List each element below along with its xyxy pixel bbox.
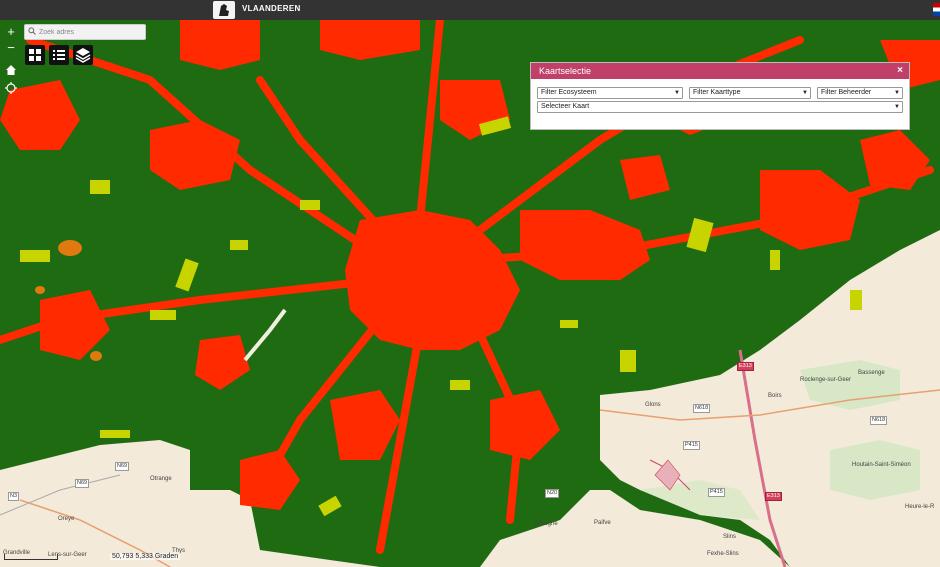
panel-title: Kaartselectie: [539, 66, 592, 76]
place-label: Wihogne: [534, 521, 558, 527]
crosshair-icon: [5, 82, 17, 94]
flanders-lion-logo: [213, 1, 235, 19]
filter-ecosystem-label: Filter Ecosysteem: [541, 89, 597, 96]
search-icon: [28, 27, 36, 35]
place-label: Boirs: [768, 393, 782, 399]
filter-maptype-select[interactable]: Filter Kaarttype ▼: [689, 87, 811, 99]
place-label: Slins: [723, 534, 737, 540]
place-label: Heure-le-R: [905, 504, 935, 510]
road-badge: N3: [8, 492, 20, 501]
road-badge: N69: [75, 479, 90, 488]
close-icon[interactable]: ×: [897, 65, 903, 76]
filter-manager-select[interactable]: Filter Beheerder ▼: [817, 87, 903, 99]
layers-icon: [75, 48, 91, 63]
list-icon: [53, 50, 65, 60]
grid-icon: [29, 49, 41, 61]
scale-bar: [4, 554, 58, 560]
scale-value: 50,793: [112, 553, 134, 560]
coordinate-value: 5,333 Graden: [135, 553, 179, 560]
address-search: [24, 24, 146, 40]
coordinate-readout: 50,793 5,333 Graden: [110, 553, 181, 560]
top-bar: VLAANDEREN: [0, 0, 940, 20]
place-label: Fexhe-Slins: [707, 551, 739, 557]
panel-header: Kaartselectie ×: [531, 63, 909, 79]
grid-view-button[interactable]: [25, 45, 45, 65]
select-map-label: Selecteer Kaart: [541, 103, 590, 110]
header-title: VLAANDEREN: [242, 4, 301, 13]
home-button[interactable]: [3, 62, 19, 78]
road-badge: N69: [115, 462, 130, 471]
road-badge: E313: [737, 362, 754, 371]
road-badge: N618: [693, 404, 711, 413]
road-badge: P415: [683, 441, 700, 450]
filter-manager-label: Filter Beheerder: [821, 89, 872, 96]
place-label: Oreye: [58, 516, 75, 522]
road-badge: P415: [708, 488, 725, 497]
search-input[interactable]: [39, 25, 143, 39]
place-label: Roclenge-sur-Geer: [800, 377, 852, 383]
language-flag-icon[interactable]: [933, 3, 940, 16]
legend-list-button[interactable]: [49, 45, 69, 65]
zoom-out-button[interactable]: −: [3, 40, 19, 56]
chevron-down-icon: ▼: [894, 90, 900, 96]
chevron-down-icon: ▼: [674, 90, 680, 96]
place-label: Bassenge: [858, 370, 885, 376]
place-label: Houtain-Saint-Siméon: [852, 462, 911, 468]
road-badge: N618: [870, 416, 888, 425]
layers-button[interactable]: [73, 45, 93, 65]
road-badge: E313: [765, 492, 782, 501]
zoom-in-button[interactable]: +: [3, 24, 19, 40]
place-label: Paifve: [594, 520, 611, 526]
map-selection-panel: Kaartselectie × Filter Ecosysteem ▼ Filt…: [530, 62, 910, 130]
select-map-select[interactable]: Selecteer Kaart ▼: [537, 101, 903, 113]
filter-ecosystem-select[interactable]: Filter Ecosysteem ▼: [537, 87, 683, 99]
locate-button[interactable]: [3, 80, 19, 96]
road-badge: N20: [545, 489, 560, 498]
place-label: Otrange: [150, 476, 172, 482]
chevron-down-icon: ▼: [894, 104, 900, 110]
home-icon: [6, 65, 16, 75]
place-label: Glons: [645, 402, 661, 408]
chevron-down-icon: ▼: [802, 90, 808, 96]
filter-maptype-label: Filter Kaarttype: [693, 89, 741, 96]
